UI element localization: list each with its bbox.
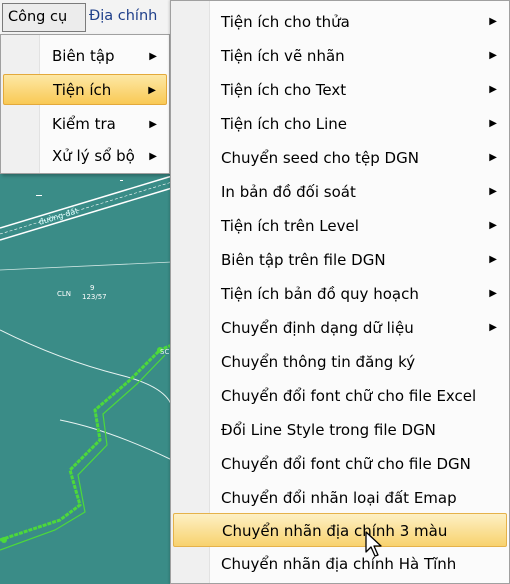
menu-item-label: Tiện ích bản đồ quy hoạch — [221, 285, 419, 303]
map-parcel-area: 123/57 — [82, 293, 107, 301]
menu-bar: Công cụ Địa chính — [0, 0, 172, 35]
submenu-item-xu-ly-so-bo[interactable]: Xử lý sổ bộ ▶ — [3, 141, 167, 172]
menu-item-label: Tiện ích trên Level — [221, 217, 359, 235]
menu-item-label: Chuyển đổi font chữ cho file DGN — [221, 455, 471, 473]
menu-item-label: Tiện ích cho Line — [221, 115, 348, 133]
submenu-arrow-icon: ▶ — [149, 151, 157, 162]
cong-cu-submenu: Biên tập ▶ Tiện ích ▶ Kiểm tra ▶ Xử lý s… — [0, 34, 170, 174]
map-edge-label: SC — [160, 348, 170, 356]
menu-item-label: Tiện ích cho thửa — [221, 13, 350, 31]
menu-dia-chinh[interactable]: Địa chính — [84, 3, 162, 30]
menu-item-label: Chuyển nhãn địa chính 3 màu — [222, 522, 448, 540]
menu-item-label: Kiểm tra — [52, 115, 116, 133]
menu-item-label: Biên tập — [52, 47, 115, 65]
menu-item-label: Chuyển định dạng dữ liệu — [221, 319, 414, 337]
submenu-arrow-icon: ▶ — [489, 254, 497, 265]
menu-item-tien-ich-cho-line[interactable]: Tiện ích cho Line ▶ — [173, 107, 507, 141]
menu-item-font-excel[interactable]: Chuyển đổi font chữ cho file Excel — [173, 379, 507, 413]
menu-item-nhan-dia-chinh-3-mau[interactable]: Chuyển nhãn địa chính 3 màu — [173, 513, 507, 547]
submenu-arrow-icon: ▶ — [489, 50, 497, 61]
menu-item-label: Biên tập trên file DGN — [221, 251, 386, 269]
menu-item-label: Tiện ích vẽ nhãn — [221, 47, 345, 65]
menu-item-ban-do-quy-hoach[interactable]: Tiện ích bản đồ quy hoạch ▶ — [173, 277, 507, 311]
submenu-item-kiem-tra[interactable]: Kiểm tra ▶ — [3, 109, 167, 140]
menu-item-doi-line-style[interactable]: Đổi Line Style trong file DGN — [173, 413, 507, 447]
menu-item-tien-ich-cho-text[interactable]: Tiện ích cho Text ▶ — [173, 73, 507, 107]
menu-cong-cu[interactable]: Công cụ — [2, 3, 86, 32]
submenu-arrow-icon: ▶ — [149, 51, 157, 62]
menu-item-label: Tiện ích — [53, 81, 112, 99]
menu-item-label: Chuyển seed cho tệp DGN — [221, 149, 419, 167]
submenu-arrow-icon: ▶ — [489, 16, 497, 27]
menu-item-bien-tap-file-dgn[interactable]: Biên tập trên file DGN ▶ — [173, 243, 507, 277]
menu-item-chuyen-thong-tin-dang-ky[interactable]: Chuyển thông tin đăng ký — [173, 345, 507, 379]
menu-item-label: Chuyển nhãn địa chính Hà Tĩnh — [221, 555, 457, 573]
menu-item-nhan-dia-chinh-ha-tinh[interactable]: Chuyển nhãn địa chính Hà Tĩnh — [173, 547, 507, 581]
submenu-arrow-icon: ▶ — [489, 186, 497, 197]
submenu-arrow-icon: ▶ — [489, 84, 497, 95]
menu-item-tien-ich-tren-level[interactable]: Tiện ích trên Level ▶ — [173, 209, 507, 243]
menu-item-label: Chuyển thông tin đăng ký — [221, 353, 416, 371]
tien-ich-submenu: Tiện ích cho thửa ▶ Tiện ích vẽ nhãn ▶ T… — [170, 0, 510, 584]
menu-item-label: Chuyển đổi font chữ cho file Excel — [221, 387, 477, 405]
menu-item-in-ban-do-doi-soat[interactable]: In bản đồ đối soát ▶ — [173, 175, 507, 209]
submenu-arrow-icon: ▶ — [489, 220, 497, 231]
mouse-cursor-icon — [365, 531, 382, 557]
menu-item-label: Tiện ích cho Text — [221, 81, 347, 99]
menu-item-label: Đổi Line Style trong file DGN — [221, 421, 436, 439]
menu-item-label: Chuyển đổi nhãn loại đất Emap — [221, 489, 457, 507]
menu-item-tien-ich-ve-nhan[interactable]: Tiện ích vẽ nhãn ▶ — [173, 39, 507, 73]
submenu-arrow-icon: ▶ — [489, 288, 497, 299]
submenu-arrow-icon: ▶ — [489, 152, 497, 163]
map-parcel-number: 9 — [90, 284, 95, 292]
menu-item-label: In bản đồ đối soát — [221, 183, 356, 201]
menu-item-label: Xử lý sổ bộ — [52, 147, 135, 165]
submenu-item-tien-ich[interactable]: Tiện ích ▶ — [3, 74, 167, 105]
submenu-arrow-icon: ▶ — [489, 322, 497, 333]
submenu-item-bien-tap[interactable]: Biên tập ▶ — [3, 41, 167, 72]
submenu-arrow-icon: ▶ — [149, 119, 157, 130]
map-parcel-label: CLN — [57, 290, 72, 298]
menu-item-font-dgn[interactable]: Chuyển đổi font chữ cho file DGN — [173, 447, 507, 481]
menu-item-nhan-loai-dat-emap[interactable]: Chuyển đổi nhãn loại đất Emap — [173, 481, 507, 515]
menu-item-tien-ich-cho-thua[interactable]: Tiện ích cho thửa ▶ — [173, 5, 507, 39]
submenu-arrow-icon: ▶ — [148, 85, 156, 96]
menu-item-chuyen-seed[interactable]: Chuyển seed cho tệp DGN ▶ — [173, 141, 507, 175]
menu-item-chuyen-dinh-dang[interactable]: Chuyển định dạng dữ liệu ▶ — [173, 311, 507, 345]
submenu-arrow-icon: ▶ — [489, 118, 497, 129]
